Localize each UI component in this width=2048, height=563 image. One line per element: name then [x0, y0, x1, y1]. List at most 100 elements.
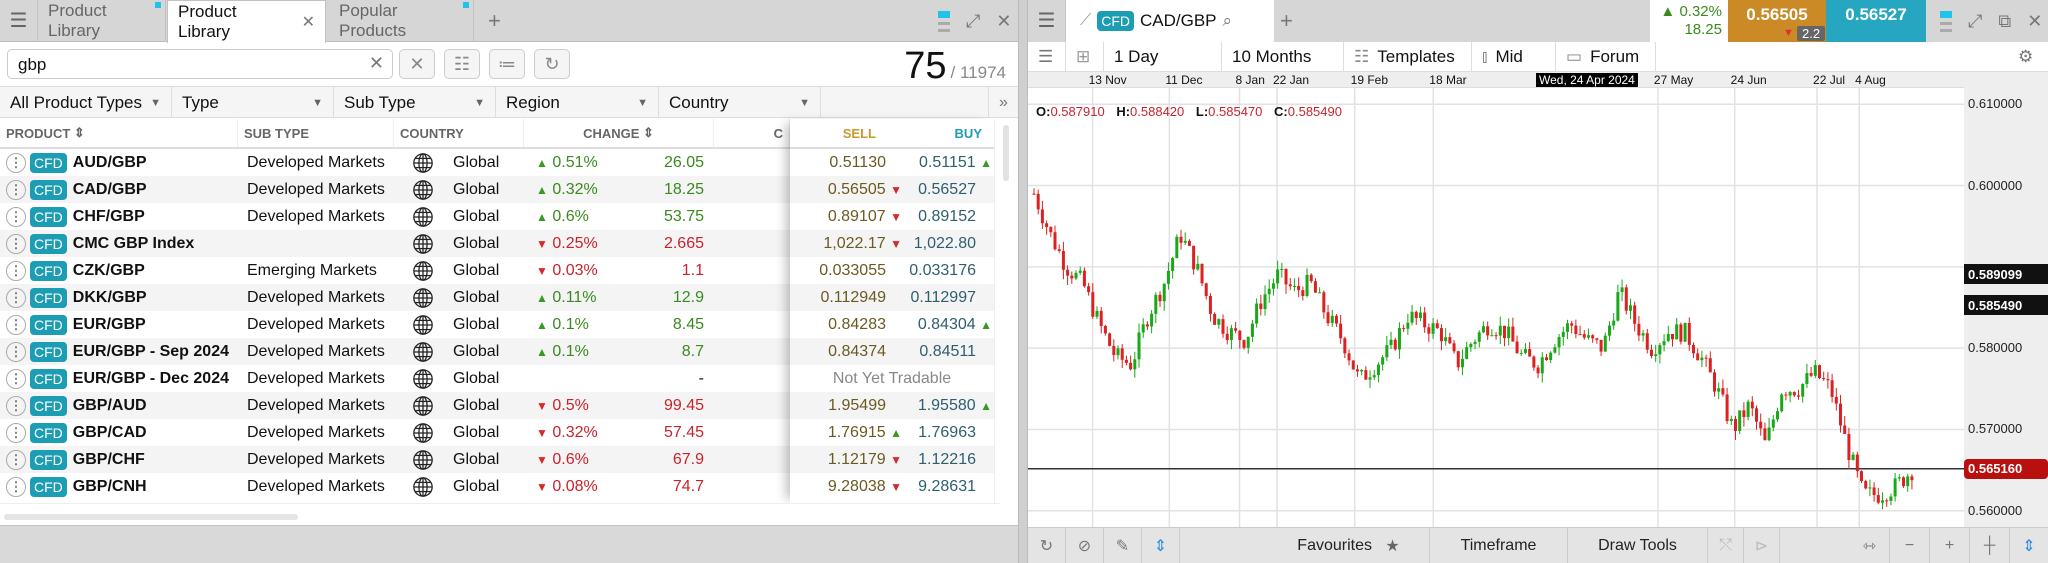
row-menu-icon[interactable]: ⋮: [6, 368, 26, 389]
close-tab-icon[interactable]: ✕: [302, 12, 315, 32]
filter-product-types[interactable]: All Product Types ▼: [0, 87, 172, 118]
product-name[interactable]: EUR/GBP: [73, 316, 146, 334]
tab-chart-cad-gbp[interactable]: ⟋ CFD CAD/GBP ⌕: [1066, 0, 1274, 42]
col-buy[interactable]: BUY: [955, 126, 982, 141]
clear-search-icon[interactable]: ✕: [369, 53, 384, 74]
price-axis[interactable]: 0.610000 0.600000 0.580000 0.570000 0.560000…: [1964, 72, 2048, 527]
draw-tools-button[interactable]: Draw Tools: [1568, 528, 1708, 563]
candlestick-chart[interactable]: [1028, 88, 1964, 527]
sell-price[interactable]: 1.76915 ▲: [828, 419, 902, 446]
maximize-icon[interactable]: ⤢: [966, 11, 980, 32]
product-name[interactable]: CZK/GBP: [73, 262, 145, 280]
sell-price[interactable]: 1,022.17 ▼: [823, 230, 902, 257]
forum-button[interactable]: ▭ Forum: [1556, 42, 1656, 72]
list-icon[interactable]: ☰: [1028, 42, 1066, 72]
sell-price[interactable]: 1.95499: [828, 392, 886, 419]
product-name[interactable]: DKK/GBP: [73, 289, 147, 307]
row-menu-icon[interactable]: ⋮: [6, 179, 26, 200]
refresh-button[interactable]: ↻: [534, 49, 570, 79]
product-name[interactable]: CMC GBP Index: [73, 235, 195, 253]
row-menu-icon[interactable]: ⋮: [6, 314, 26, 335]
reset-filters-button[interactable]: ✕: [399, 49, 435, 79]
timeframe-button[interactable]: Timeframe: [1430, 528, 1568, 563]
layout-grid-icon[interactable]: ⊞: [1066, 42, 1104, 72]
sell-price[interactable]: 0.112949: [820, 284, 886, 311]
filter-settings-button[interactable]: ☷: [444, 49, 480, 79]
add-tab-icon[interactable]: +: [488, 0, 501, 42]
filter-sub-type[interactable]: Sub Type ▼: [334, 87, 496, 118]
buy-price[interactable]: 0.033176: [909, 257, 976, 284]
product-name[interactable]: CAD/GBP: [73, 181, 147, 199]
menu-icon[interactable]: ☰: [0, 0, 38, 41]
product-name[interactable]: AUD/GBP: [73, 154, 147, 172]
list-view-button[interactable]: ≔: [489, 49, 525, 79]
col-sell[interactable]: SELL: [843, 126, 876, 141]
panel-splitter[interactable]: [1018, 0, 1028, 563]
buy-price[interactable]: 1.95580 ▲: [918, 392, 992, 419]
search-icon[interactable]: ⌕: [1223, 11, 1233, 31]
row-menu-icon[interactable]: ⋮: [6, 422, 26, 443]
buy-price[interactable]: 0.51151 ▲: [919, 149, 992, 176]
interval-select[interactable]: 1 Day: [1104, 42, 1222, 72]
popout-icon[interactable]: ⧉: [1998, 11, 2011, 32]
product-name[interactable]: GBP/CAD: [73, 424, 147, 442]
undo-icon[interactable]: ↻: [1028, 528, 1066, 563]
compare-icon[interactable]: ⤲: [1708, 528, 1744, 563]
row-menu-icon[interactable]: ⋮: [6, 206, 26, 227]
sell-price[interactable]: 0.84283: [828, 311, 886, 338]
close-panel-icon[interactable]: ✕: [996, 11, 1011, 32]
autoscale-icon[interactable]: ⇕: [1142, 528, 1180, 563]
product-name[interactable]: GBP/CHF: [73, 451, 145, 469]
sell-price[interactable]: 0.56505 ▼: [828, 176, 902, 203]
filter-country[interactable]: Country ▼: [659, 87, 821, 118]
buy-price[interactable]: 0.112997: [910, 284, 976, 311]
buy-price[interactable]: 1,022.80: [914, 230, 976, 257]
no-entry-icon[interactable]: ⊘: [1066, 528, 1104, 563]
row-menu-icon[interactable]: ⋮: [6, 395, 26, 416]
sell-price[interactable]: 0.89107 ▼: [828, 203, 902, 230]
product-name[interactable]: CHF/GBP: [73, 208, 145, 226]
close-panel-icon[interactable]: ✕: [2027, 11, 2042, 32]
buy-price[interactable]: 1.12216: [918, 446, 976, 473]
zoom-out-icon[interactable]: −: [1890, 528, 1930, 563]
layout-stack-icon[interactable]: [1940, 10, 1952, 32]
filter-region[interactable]: Region ▼: [496, 87, 659, 118]
product-name[interactable]: GBP/AUD: [73, 397, 147, 415]
settings-gear-icon[interactable]: ⚙: [2008, 42, 2048, 72]
crosshair-icon[interactable]: ┼: [1970, 528, 2010, 563]
zoom-in-icon[interactable]: +: [1930, 528, 1970, 563]
filter-type[interactable]: Type ▼: [172, 87, 334, 118]
sell-price[interactable]: 0.51130: [829, 149, 886, 176]
buy-price[interactable]: 0.84511: [919, 338, 976, 365]
row-menu-icon[interactable]: ⋮: [6, 233, 26, 254]
fit-icon[interactable]: ⇿: [1850, 528, 1890, 563]
col-sub-type[interactable]: SUB TYPE: [238, 119, 394, 147]
add-tab-icon[interactable]: +: [1280, 0, 1293, 42]
sell-price[interactable]: 9.28038 ▼: [828, 473, 902, 500]
favourites-button[interactable]: Favourites ★: [1268, 528, 1430, 563]
col-change[interactable]: CHANGE ⇕: [524, 119, 714, 147]
row-menu-icon[interactable]: ⋮: [6, 152, 26, 173]
horizontal-scrollbar[interactable]: [0, 503, 1000, 525]
product-name[interactable]: EUR/GBP - Dec 2024: [73, 370, 229, 388]
price-type-select[interactable]: ⫾ Mid: [1472, 42, 1556, 72]
product-name[interactable]: EUR/GBP - Sep 2024: [73, 343, 229, 361]
templates-button[interactable]: ☷ Templates: [1344, 42, 1472, 72]
menu-icon[interactable]: ☰: [1028, 0, 1066, 41]
buy-price[interactable]: 9.28631: [918, 473, 976, 500]
layout-stack-icon[interactable]: [938, 10, 950, 32]
tab-product-library-1[interactable]: Product Library: [38, 0, 166, 42]
range-select[interactable]: 10 Months: [1222, 42, 1344, 72]
row-menu-icon[interactable]: ⋮: [6, 449, 26, 470]
buy-price[interactable]: 1.76963: [918, 419, 976, 446]
buy-price[interactable]: 0.56527: [918, 176, 976, 203]
row-menu-icon[interactable]: ⋮: [6, 476, 26, 497]
vertical-scrollbar[interactable]: [994, 119, 1018, 503]
search-input[interactable]: gbp ✕: [7, 49, 393, 79]
sell-price[interactable]: 1.12179 ▼: [828, 446, 902, 473]
col-product[interactable]: PRODUCT ⇕: [0, 119, 238, 147]
row-menu-icon[interactable]: ⋮: [6, 260, 26, 281]
col-country[interactable]: COUNTRY: [394, 119, 524, 147]
buy-price[interactable]: 0.84304 ▲: [918, 311, 992, 338]
row-menu-icon[interactable]: ⋮: [6, 341, 26, 362]
